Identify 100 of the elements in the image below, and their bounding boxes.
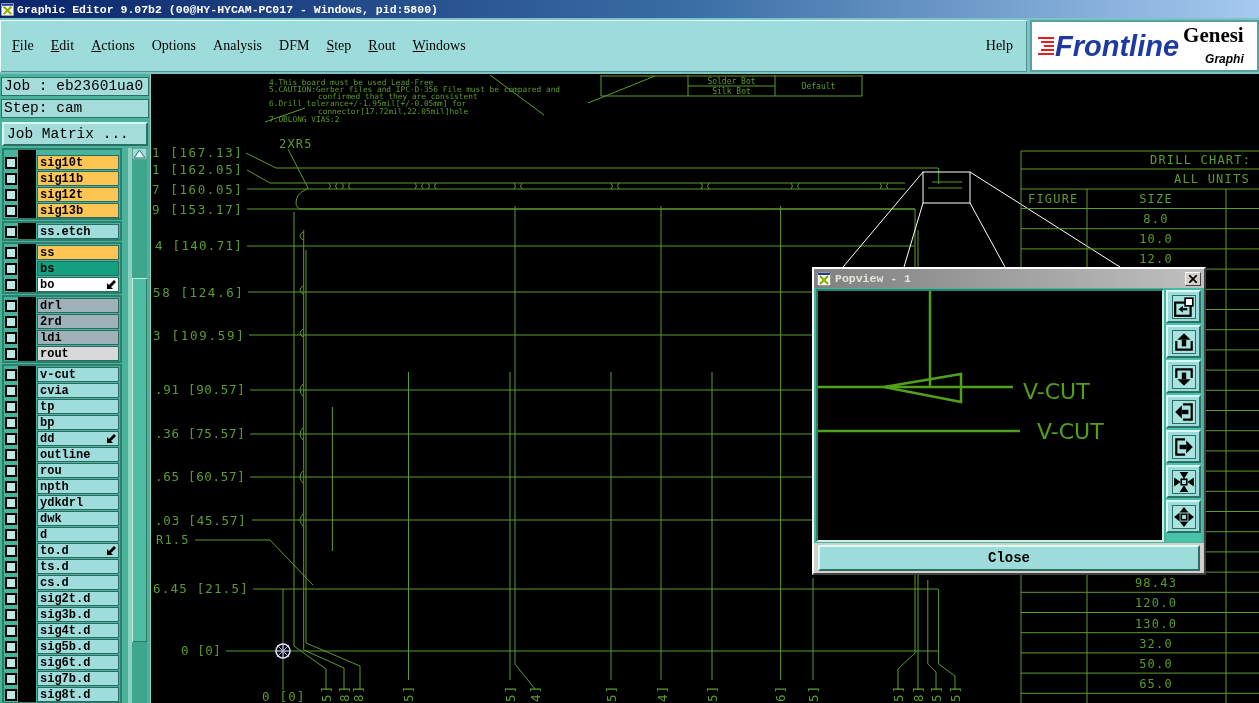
layer-name[interactable]: rout bbox=[37, 346, 119, 361]
layer-checkbox[interactable] bbox=[5, 688, 17, 701]
layer-checkbox[interactable] bbox=[5, 608, 17, 621]
layer-checkbox[interactable] bbox=[5, 278, 17, 291]
layer-name[interactable]: 2rd bbox=[37, 314, 119, 329]
menu-item[interactable]: Options bbox=[151, 38, 197, 54]
layer-name[interactable]: cvia bbox=[37, 383, 119, 398]
layer-name[interactable]: cs.d bbox=[37, 575, 119, 590]
layer-checkbox[interactable] bbox=[5, 331, 17, 344]
menu-item[interactable]: Edit bbox=[50, 38, 75, 54]
layer-checkbox[interactable] bbox=[5, 592, 17, 605]
app-icon bbox=[817, 271, 831, 286]
layer-name[interactable]: sig10t bbox=[37, 155, 119, 170]
layer-name[interactable]: sig13b bbox=[37, 203, 119, 218]
tool-button[interactable] bbox=[1166, 290, 1201, 323]
layer-checkbox[interactable] bbox=[5, 640, 17, 653]
scroll-up-icon[interactable] bbox=[132, 148, 147, 160]
layer-checkbox[interactable] bbox=[5, 416, 17, 429]
layer-name[interactable]: dwk bbox=[37, 511, 119, 526]
menu-item[interactable]: Actions bbox=[91, 38, 135, 54]
layer-name[interactable]: bo bbox=[37, 277, 119, 292]
layer-checkbox[interactable] bbox=[5, 560, 17, 573]
layer-name[interactable]: tp bbox=[37, 399, 119, 414]
layer-checkbox[interactable] bbox=[5, 480, 17, 493]
tool-button[interactable] bbox=[1166, 360, 1201, 393]
layer-name[interactable]: sig6t.d bbox=[37, 655, 119, 670]
layer-checkbox[interactable] bbox=[5, 624, 17, 637]
layer-name[interactable]: ss.etch bbox=[37, 224, 119, 239]
job-matrix-button[interactable]: Job Matrix ... bbox=[2, 122, 148, 146]
layer-name[interactable]: sig2t.d bbox=[37, 591, 119, 606]
layer-checkbox[interactable] bbox=[5, 464, 17, 477]
cut-label: V-CUT bbox=[1037, 418, 1104, 444]
layer-checkbox[interactable] bbox=[5, 368, 17, 381]
layer-name[interactable]: outline bbox=[37, 447, 119, 462]
layer-checkbox[interactable] bbox=[5, 204, 17, 217]
layer-checkbox[interactable] bbox=[5, 448, 17, 461]
layer-name[interactable]: sig8t.d bbox=[37, 687, 119, 702]
menu-item[interactable]: Analysis bbox=[213, 38, 263, 54]
menu-item[interactable]: DFM bbox=[279, 38, 310, 54]
dimension-label: 5] bbox=[805, 684, 821, 702]
layer-checkbox[interactable] bbox=[5, 672, 17, 685]
layer-checkbox[interactable] bbox=[5, 576, 17, 589]
layer-name[interactable]: rou bbox=[37, 463, 119, 478]
layer-checkbox[interactable] bbox=[5, 246, 17, 259]
layer-checkbox[interactable] bbox=[5, 172, 17, 185]
layer-checkbox[interactable] bbox=[5, 496, 17, 509]
layer-name[interactable]: ss bbox=[37, 245, 119, 260]
layer-name[interactable]: bp bbox=[37, 415, 119, 430]
layer-checkbox[interactable] bbox=[5, 432, 17, 445]
table-cell: 120.0 bbox=[1134, 596, 1178, 611]
scrollbar-thumb[interactable] bbox=[132, 278, 147, 642]
table-cell: 10.0 bbox=[1139, 231, 1173, 246]
layer-name[interactable]: sig11b bbox=[37, 171, 119, 186]
layer-name[interactable]: dd bbox=[37, 431, 119, 446]
layer-name[interactable]: drl bbox=[37, 298, 119, 313]
layer-checkbox[interactable] bbox=[5, 384, 17, 397]
layer-name[interactable]: sig4t.d bbox=[37, 623, 119, 638]
menu-item[interactable]: Rout bbox=[368, 38, 396, 54]
tool-button[interactable] bbox=[1166, 325, 1201, 358]
close-button[interactable] bbox=[1185, 271, 1201, 286]
layer-name[interactable]: bs bbox=[37, 261, 119, 276]
layer-checkbox[interactable] bbox=[5, 528, 17, 541]
layer-checkbox[interactable] bbox=[5, 512, 17, 525]
layer-name[interactable]: ldi bbox=[37, 330, 119, 345]
layer-name[interactable]: ts.d bbox=[37, 559, 119, 574]
layer-name[interactable]: v-cut bbox=[37, 367, 119, 382]
scrollbar[interactable] bbox=[128, 148, 147, 703]
layer-checkbox[interactable] bbox=[5, 347, 17, 360]
layer-checkbox[interactable] bbox=[5, 400, 17, 413]
layer-name[interactable]: sig12t bbox=[37, 187, 119, 202]
column-header: FIGURE bbox=[1028, 191, 1079, 206]
layer-checkbox[interactable] bbox=[5, 315, 17, 328]
layer-checkbox[interactable] bbox=[5, 544, 17, 557]
tool-button[interactable] bbox=[1166, 465, 1201, 498]
layer-checkbox[interactable] bbox=[5, 156, 17, 169]
popview-canvas[interactable]: V-CUT V-CUT bbox=[816, 289, 1164, 542]
menu-item[interactable]: Windows bbox=[412, 38, 466, 54]
menu-item[interactable]: File bbox=[12, 38, 34, 54]
layer-checkbox[interactable] bbox=[5, 299, 17, 312]
layer-name[interactable]: ydkdrl bbox=[37, 495, 119, 510]
layer-checkbox[interactable] bbox=[5, 188, 17, 201]
tool-button[interactable] bbox=[1166, 500, 1201, 533]
dimension-label: .65 [60.57] bbox=[155, 469, 246, 485]
help-menu[interactable]: Help bbox=[985, 38, 1013, 54]
tool-button[interactable] bbox=[1166, 395, 1201, 428]
close-button[interactable]: Close bbox=[818, 545, 1200, 571]
tool-button[interactable] bbox=[1166, 430, 1201, 463]
layer-name[interactable]: sig3b.d bbox=[37, 607, 119, 622]
cut-label: V-CUT bbox=[1023, 378, 1090, 404]
layer-name[interactable]: sig5b.d bbox=[37, 639, 119, 654]
layer-name[interactable]: d bbox=[37, 527, 119, 542]
layer-checkbox[interactable] bbox=[5, 656, 17, 669]
layer-checkbox[interactable] bbox=[5, 262, 17, 275]
layer-checkbox[interactable] bbox=[5, 225, 17, 238]
menu-item[interactable]: Step bbox=[326, 38, 352, 54]
layer-name[interactable]: to.d bbox=[37, 543, 119, 558]
layer-name[interactable]: sig7b.d bbox=[37, 671, 119, 686]
dimension-label: 5] bbox=[502, 684, 518, 702]
layer-name[interactable]: npth bbox=[37, 479, 119, 494]
dimension-label: 7 [160.05] bbox=[152, 181, 243, 197]
